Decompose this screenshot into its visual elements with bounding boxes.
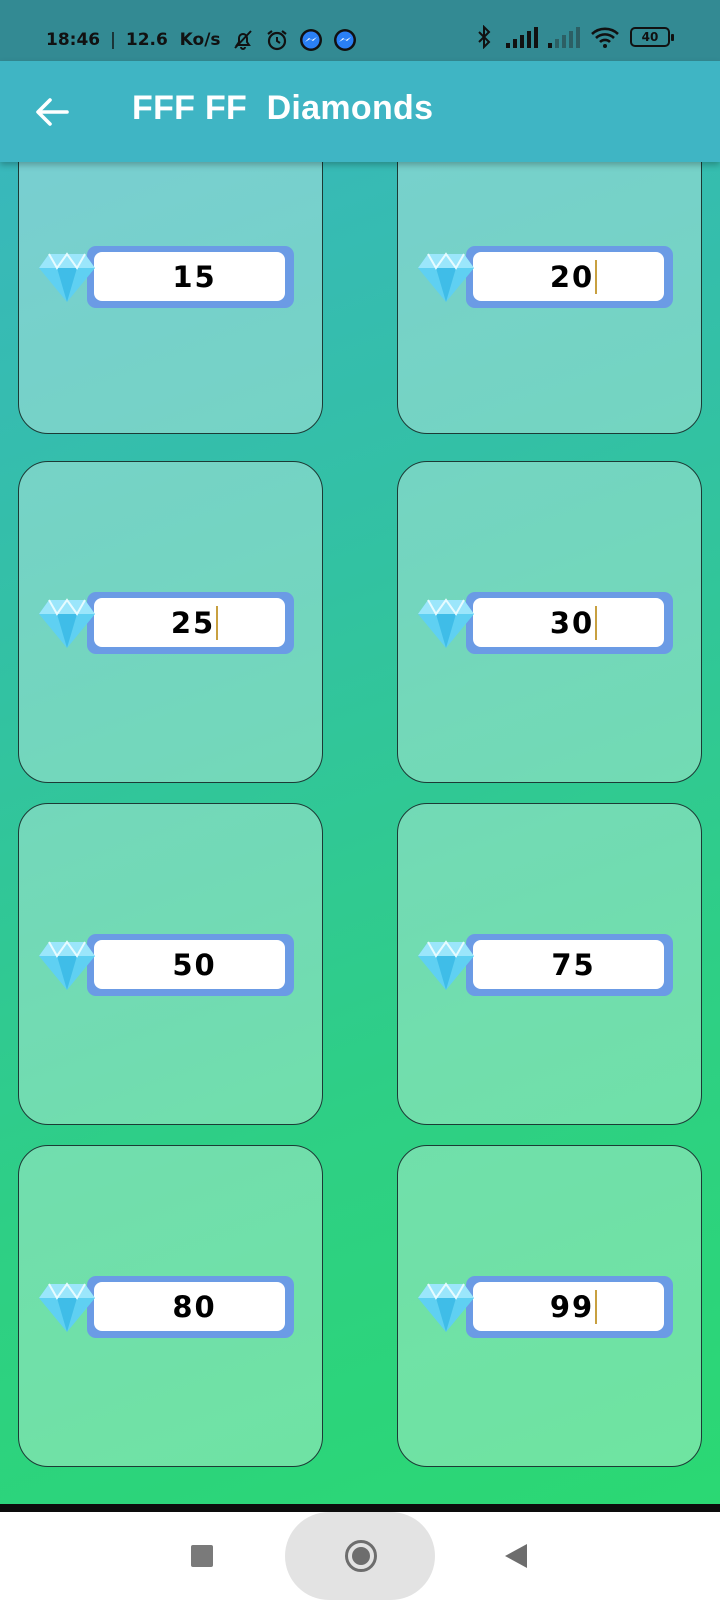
arrow-left-icon: [36, 98, 69, 126]
text-cursor: [595, 605, 598, 640]
diamond-badge: 75: [418, 934, 673, 996]
diamond-icon: [418, 1282, 474, 1332]
diamond-badge: 50: [39, 934, 294, 996]
back-triangle-icon[interactable]: [505, 1544, 527, 1568]
diamond-icon: [39, 1282, 95, 1332]
text-cursor: [595, 259, 598, 294]
diamond-badge: 20: [418, 246, 673, 308]
diamond-card-25[interactable]: 25: [18, 461, 323, 783]
diamond-amount: 25: [170, 605, 216, 640]
diamond-badge: 99: [418, 1276, 673, 1338]
text-cursor: [595, 1289, 598, 1324]
page-title: FFF FF Diamonds: [132, 89, 434, 127]
diamond-icon: [39, 252, 95, 302]
diamond-card-50[interactable]: 50: [18, 803, 323, 1125]
status-bar: 18:46 | 12.6 Ko/s 40: [0, 0, 720, 61]
text-cursor: [216, 605, 219, 640]
app-bar: FFF FF Diamonds: [0, 61, 720, 162]
status-separator: |: [110, 30, 116, 50]
diamond-amount: 20: [549, 259, 595, 294]
diamond-card-75[interactable]: 75: [397, 803, 702, 1125]
signal-icon: [548, 27, 580, 48]
diamond-icon: [418, 598, 474, 648]
diamond-badge: 25: [39, 592, 294, 654]
status-time: 18:46: [46, 30, 101, 50]
bell-off-icon: [233, 30, 252, 50]
diamond-badge: 80: [39, 1276, 294, 1338]
diamond-card-99[interactable]: 99: [397, 1145, 702, 1467]
diamond-badge: 30: [418, 592, 673, 654]
content-background: 15 20 25 30 50 75 80 99: [0, 0, 720, 1504]
wifi-icon: [591, 27, 619, 48]
diamond-card-30[interactable]: 30: [397, 461, 702, 783]
home-icon[interactable]: [345, 1540, 377, 1572]
messenger-icon: [299, 29, 322, 51]
signal-icon: [506, 27, 538, 48]
diamond-amount: 80: [172, 1289, 217, 1324]
alarm-icon: [266, 30, 287, 51]
diamond-card-80[interactable]: 80: [18, 1145, 323, 1467]
diamond-amount: 75: [551, 947, 596, 982]
diamond-badge: 15: [39, 246, 294, 308]
diamond-amount: 30: [549, 605, 595, 640]
diamond-icon: [39, 598, 95, 648]
diamond-amount: 15: [172, 259, 217, 294]
diamond-icon: [39, 940, 95, 990]
diamond-amount: 50: [172, 947, 217, 982]
back-button[interactable]: [30, 90, 74, 134]
diamond-icon: [418, 940, 474, 990]
battery-level: 40: [641, 30, 659, 44]
messenger-icon: [333, 29, 356, 51]
network-speed: 12.6 Ko/s: [125, 30, 221, 50]
battery-icon: 40: [630, 27, 674, 47]
bluetooth-icon: [478, 25, 491, 49]
recent-apps-icon[interactable]: [191, 1545, 213, 1567]
diamond-icon: [418, 252, 474, 302]
bottom-divider: [0, 1504, 720, 1512]
diamond-amount: 99: [549, 1289, 595, 1324]
